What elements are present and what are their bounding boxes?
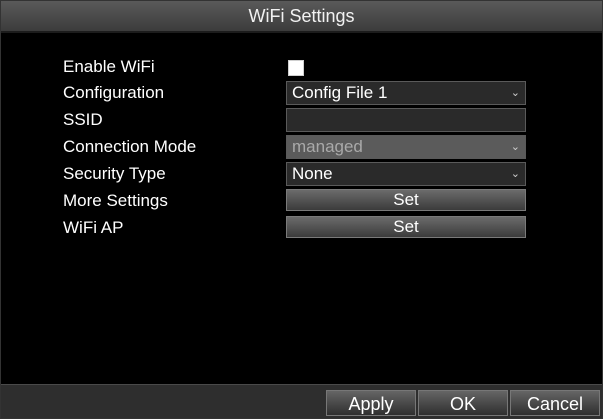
wifi-settings-dialog: WiFi Settings Enable WiFi Configuration … — [0, 0, 603, 419]
enable-wifi-label: Enable WiFi — [63, 57, 155, 76]
connection-mode-value: managed — [292, 137, 363, 156]
chevron-down-icon: ⌄ — [510, 141, 520, 153]
wifi-ap-row: WiFi AP Set — [1, 215, 602, 241]
configuration-select[interactable]: Config File 1 ⌄ — [286, 81, 526, 105]
connection-mode-row: Connection Mode managed ⌄ — [1, 134, 602, 160]
configuration-row: Configuration Config File 1 ⌄ — [1, 80, 602, 106]
enable-wifi-row: Enable WiFi — [1, 54, 602, 80]
enable-wifi-checkbox[interactable] — [288, 60, 304, 76]
ssid-row: SSID — [1, 107, 602, 133]
wifi-ap-set-button[interactable]: Set — [286, 216, 526, 238]
configuration-label: Configuration — [63, 83, 165, 102]
ssid-label: SSID — [63, 110, 103, 129]
security-type-label: Security Type — [63, 164, 166, 183]
cancel-button[interactable]: Cancel — [510, 390, 600, 416]
security-type-row: Security Type None ⌄ — [1, 161, 602, 187]
more-settings-row: More Settings Set — [1, 188, 602, 214]
connection-mode-select: managed ⌄ — [286, 135, 526, 159]
chevron-down-icon: ⌄ — [510, 87, 520, 99]
more-settings-set-button[interactable]: Set — [286, 189, 526, 211]
security-type-value: None — [292, 164, 333, 183]
more-settings-label: More Settings — [63, 191, 168, 210]
ok-button[interactable]: OK — [418, 390, 508, 416]
dialog-title: WiFi Settings — [1, 1, 602, 33]
dialog-footer: Apply OK Cancel — [1, 384, 602, 418]
chevron-down-icon: ⌄ — [510, 168, 520, 180]
ssid-input[interactable] — [286, 108, 526, 132]
connection-mode-label: Connection Mode — [63, 137, 197, 156]
configuration-value: Config File 1 — [292, 83, 388, 102]
apply-button[interactable]: Apply — [326, 390, 416, 416]
security-type-select[interactable]: None ⌄ — [286, 162, 526, 186]
wifi-ap-label: WiFi AP — [63, 218, 124, 237]
